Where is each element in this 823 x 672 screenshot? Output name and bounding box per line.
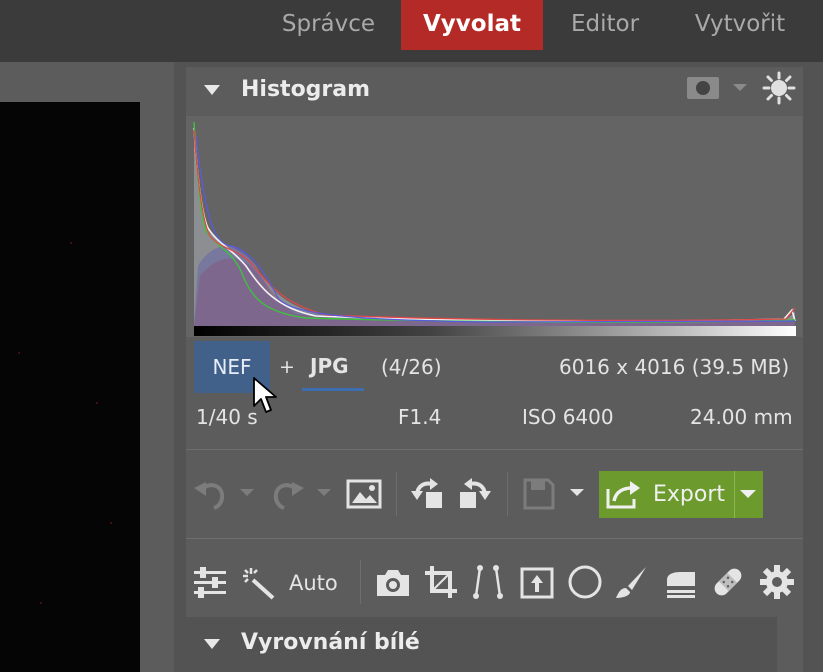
tab-vyvolat[interactable]: Vyvolat	[401, 0, 543, 50]
crop-icon[interactable]	[423, 564, 459, 600]
export-split-separator	[734, 471, 735, 518]
tab-editor[interactable]: Editor	[549, 0, 661, 50]
chevron-down-icon[interactable]	[731, 82, 749, 94]
redo-dropdown-icon[interactable]	[316, 488, 332, 498]
iso: ISO 6400	[522, 405, 614, 429]
toolbar-separator	[360, 560, 361, 604]
white-balance-title: Vyrovnání bílé	[241, 630, 420, 655]
tonal-gradient-bar	[194, 326, 796, 336]
rotate-left-icon[interactable]	[410, 474, 446, 512]
histogram-title: Histogram	[241, 77, 371, 102]
undo-dropdown-icon[interactable]	[239, 488, 255, 498]
export-dropdown-icon[interactable]	[737, 485, 759, 503]
save-dropdown-icon[interactable]	[569, 488, 585, 498]
rotate-right-icon[interactable]	[456, 474, 492, 512]
settings-gear-icon[interactable]	[759, 564, 795, 600]
collapse-caret-icon[interactable]	[204, 85, 220, 95]
shutter-speed: 1/40 s	[196, 405, 258, 429]
format-plus: +	[279, 356, 295, 378]
save-icon[interactable]	[522, 477, 556, 511]
photo-counter: (4/26)	[381, 355, 442, 379]
redo-icon[interactable]	[270, 476, 306, 512]
exposure-warning-icon[interactable]	[762, 71, 796, 105]
perspective-icon[interactable]	[470, 564, 506, 600]
straighten-icon[interactable]	[519, 566, 555, 600]
healing-bandage-icon[interactable]	[710, 564, 746, 600]
adjustments-sliders-icon[interactable]	[192, 566, 228, 600]
divider	[186, 538, 803, 539]
export-label: Export	[653, 482, 726, 507]
tab-vytvorit[interactable]: Vytvořit	[672, 0, 808, 50]
collapse-caret-icon[interactable]	[204, 639, 220, 649]
brush-icon[interactable]	[614, 564, 650, 600]
format-jpg-button[interactable]: JPG	[310, 354, 349, 378]
aperture: F1.4	[398, 405, 442, 429]
panel-scrollbar[interactable]	[777, 617, 803, 672]
toolbar-separator	[396, 472, 397, 516]
image-dimensions: 6016 x 4016 (39.5 MB)	[559, 355, 790, 379]
jpg-active-underline	[302, 388, 364, 391]
photo-preview[interactable]	[0, 102, 140, 672]
clipping-mask-icon[interactable]	[687, 77, 719, 99]
compare-image-icon[interactable]	[346, 478, 382, 510]
top-navigation: Správce Vyvolat Editor Vytvořit	[0, 0, 823, 62]
gradient-filter-icon[interactable]	[663, 566, 699, 600]
auto-magic-wand-icon[interactable]	[241, 566, 277, 600]
export-share-icon	[604, 479, 642, 511]
tab-spravce[interactable]: Správce	[262, 0, 395, 50]
radial-filter-icon[interactable]	[567, 564, 603, 600]
undo-icon[interactable]	[192, 476, 228, 512]
auto-button[interactable]: Auto	[289, 571, 338, 595]
white-balance-header[interactable]: Vyrovnání bílé	[186, 617, 777, 672]
camera-icon[interactable]	[374, 566, 412, 600]
toolbar-separator	[507, 472, 508, 516]
histogram-graph	[186, 116, 803, 337]
focal-length: 24.00 mm	[690, 405, 793, 429]
divider	[186, 449, 803, 450]
